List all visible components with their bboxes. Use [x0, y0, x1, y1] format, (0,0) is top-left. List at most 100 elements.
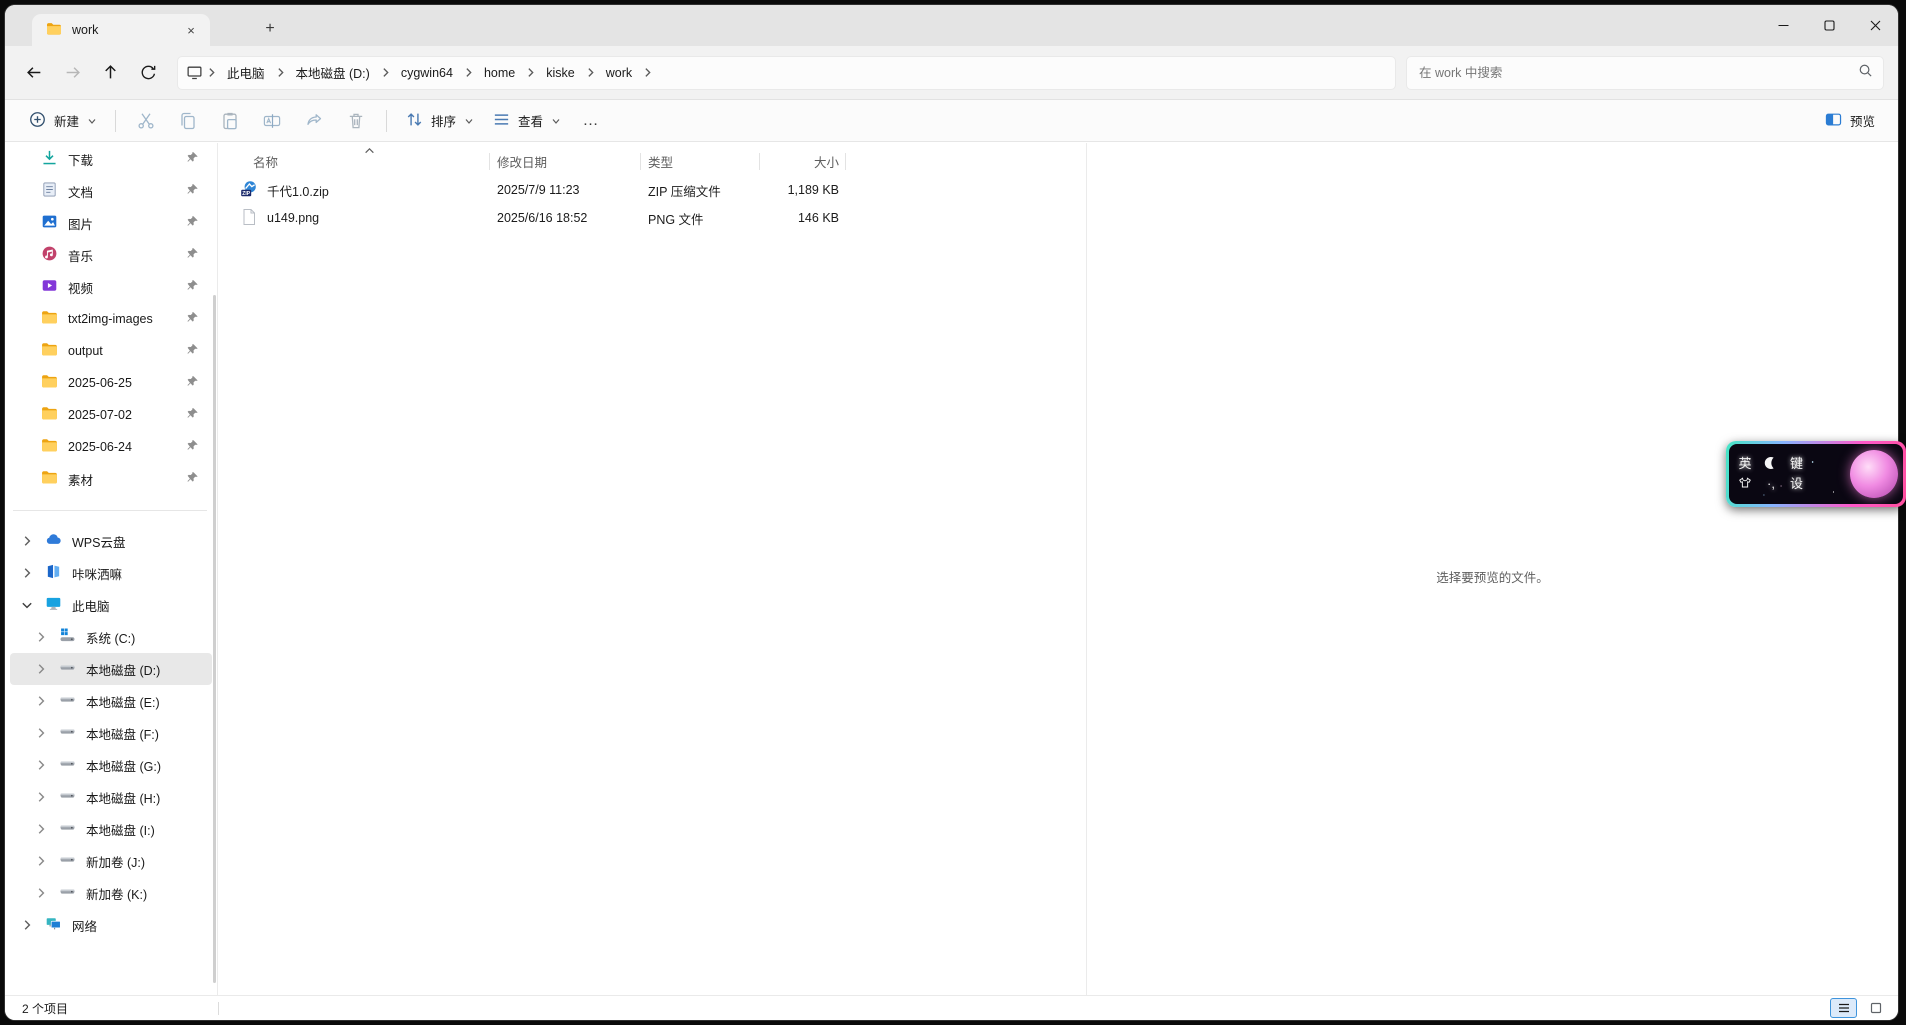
- pin-icon: [186, 343, 199, 359]
- chevron-right-icon[interactable]: [462, 67, 475, 78]
- sidebar-item-drive-j[interactable]: 新加卷 (J:): [10, 845, 212, 877]
- sidebar-item-network[interactable]: 网络: [10, 909, 212, 941]
- tab-title: work: [72, 23, 99, 37]
- chevron-right-icon[interactable]: [32, 791, 50, 803]
- sidebar-item-videos[interactable]: 视频: [10, 271, 212, 303]
- moon-icon[interactable]: [1764, 456, 1778, 473]
- sidebar-item-2025-07-02[interactable]: 2025-07-02: [10, 399, 212, 431]
- minimize-button[interactable]: [1760, 5, 1806, 45]
- column-header-name[interactable]: 名称: [218, 146, 490, 176]
- chevron-right-icon[interactable]: [641, 67, 654, 78]
- ime-moon-graphic: [1850, 450, 1898, 498]
- toolbar-separator: [386, 109, 388, 132]
- sidebar-item-drive-f[interactable]: 本地磁盘 (F:): [10, 717, 212, 749]
- pin-icon: [186, 407, 199, 423]
- back-button[interactable]: [15, 56, 53, 90]
- close-window-button[interactable]: [1852, 5, 1898, 45]
- new-tab-button[interactable]: +: [257, 17, 283, 41]
- rename-button[interactable]: [251, 105, 293, 137]
- chevron-down-icon[interactable]: [18, 600, 36, 610]
- breadcrumb-segment-work[interactable]: work: [597, 63, 641, 83]
- breadcrumb-segment-home[interactable]: home: [475, 63, 524, 83]
- forward-button[interactable]: [53, 56, 91, 90]
- column-header-size[interactable]: 大小: [760, 146, 846, 176]
- chevron-right-icon[interactable]: [32, 855, 50, 867]
- search-icon[interactable]: [1858, 63, 1873, 83]
- paste-button[interactable]: [209, 105, 251, 137]
- new-button-label: 新建: [54, 115, 80, 129]
- drive-icon: [59, 851, 76, 871]
- sidebar-item-2025-06-25[interactable]: 2025-06-25: [10, 367, 212, 399]
- chevron-right-icon[interactable]: [32, 631, 50, 643]
- search-input[interactable]: [1419, 65, 1858, 80]
- column-header-type[interactable]: 类型: [641, 146, 760, 176]
- address-bar[interactable]: 此电脑 本地磁盘 (D:) cygwin64 home kiske work: [177, 55, 1396, 90]
- chevron-right-icon[interactable]: [32, 887, 50, 899]
- zip-file-icon: ZIP: [240, 180, 258, 201]
- sidebar-item-downloads[interactable]: 下载: [10, 143, 212, 175]
- ime-settings-button[interactable]: 设: [1790, 476, 1803, 493]
- table-row-zip-file[interactable]: ZIP 千代1.0.zip 2025/7/9 11:23 ZIP 压缩文件 1,…: [218, 176, 1086, 204]
- tab-close-icon[interactable]: ×: [180, 19, 202, 41]
- delete-button[interactable]: [335, 105, 377, 137]
- sidebar-item-drive-e[interactable]: 本地磁盘 (E:): [10, 685, 212, 717]
- table-row-png-file[interactable]: u149.png 2025/6/16 18:52 PNG 文件 146 KB: [218, 204, 1086, 232]
- cut-button[interactable]: [125, 105, 167, 137]
- chevron-right-icon[interactable]: [32, 759, 50, 771]
- copy-button[interactable]: [167, 105, 209, 137]
- sidebar-item-documents[interactable]: 文档: [10, 175, 212, 207]
- sidebar-item-drive-k[interactable]: 新加卷 (K:): [10, 877, 212, 909]
- sidebar-item-drive-g[interactable]: 本地磁盘 (G:): [10, 749, 212, 781]
- sidebar-item-sucai[interactable]: 素材: [10, 463, 212, 495]
- chevron-right-icon[interactable]: [18, 535, 36, 547]
- plus-circle-icon: [28, 110, 47, 132]
- refresh-button[interactable]: [129, 56, 167, 90]
- column-header-date-modified[interactable]: 修改日期: [490, 146, 641, 176]
- drive-icon: [59, 691, 76, 711]
- chevron-right-icon[interactable]: [584, 67, 597, 78]
- chevron-right-icon[interactable]: [524, 67, 537, 78]
- sidebar-scrollbar[interactable]: [213, 295, 216, 983]
- view-button[interactable]: 查看: [483, 105, 570, 137]
- more-options-button[interactable]: …: [570, 105, 612, 137]
- ime-punctuation-button[interactable]: ·,: [1764, 476, 1778, 493]
- new-button[interactable]: 新建: [19, 105, 106, 137]
- sidebar-item-music[interactable]: 音乐: [10, 239, 212, 271]
- chevron-right-icon[interactable]: [274, 67, 287, 78]
- chevron-right-icon[interactable]: [32, 663, 50, 675]
- share-button[interactable]: [293, 105, 335, 137]
- details-view-button[interactable]: [1830, 998, 1857, 1018]
- ime-skin-icon[interactable]: [1738, 476, 1752, 493]
- chevron-right-icon[interactable]: [379, 67, 392, 78]
- chevron-right-icon[interactable]: [18, 919, 36, 931]
- sidebar-item-wps-cloud[interactable]: WPS云盘: [10, 525, 212, 557]
- sidebar-item-drive-i[interactable]: 本地磁盘 (I:): [10, 813, 212, 845]
- preview-pane-icon: [1824, 110, 1843, 132]
- breadcrumb-segment-this-pc[interactable]: 此电脑: [218, 60, 274, 85]
- sidebar-item-pictures[interactable]: 图片: [10, 207, 212, 239]
- breadcrumb-segment-cygwin64[interactable]: cygwin64: [392, 63, 462, 83]
- ime-keyboard-button[interactable]: 键: [1790, 456, 1803, 473]
- sidebar-item-this-pc[interactable]: 此电脑: [10, 589, 212, 621]
- breadcrumb-segment-drive-d[interactable]: 本地磁盘 (D:): [287, 60, 379, 85]
- sidebar-item-kami-app[interactable]: 咔咪洒嘛: [10, 557, 212, 589]
- ime-language-toggle[interactable]: 英: [1738, 456, 1752, 473]
- system-drive-icon: [59, 627, 76, 647]
- sidebar-item-2025-06-24[interactable]: 2025-06-24: [10, 431, 212, 463]
- chevron-right-icon[interactable]: [32, 727, 50, 739]
- tab-work[interactable]: work ×: [32, 14, 210, 46]
- chevron-right-icon[interactable]: [32, 823, 50, 835]
- chevron-right-icon[interactable]: [18, 567, 36, 579]
- sidebar-item-drive-c[interactable]: 系统 (C:): [10, 621, 212, 653]
- breadcrumb-segment-kiske[interactable]: kiske: [537, 63, 583, 83]
- large-icons-view-button[interactable]: [1862, 998, 1889, 1018]
- sort-button[interactable]: 排序: [396, 105, 483, 137]
- up-button[interactable]: [91, 56, 129, 90]
- preview-toggle-button[interactable]: 预览: [1815, 105, 1884, 137]
- sidebar-item-drive-h[interactable]: 本地磁盘 (H:): [10, 781, 212, 813]
- sidebar-item-drive-d[interactable]: 本地磁盘 (D:): [10, 653, 212, 685]
- sidebar-item-output[interactable]: output: [10, 335, 212, 367]
- chevron-right-icon[interactable]: [32, 695, 50, 707]
- maximize-button[interactable]: [1806, 5, 1852, 45]
- sidebar-item-txt2img-images[interactable]: txt2img-images: [10, 303, 212, 335]
